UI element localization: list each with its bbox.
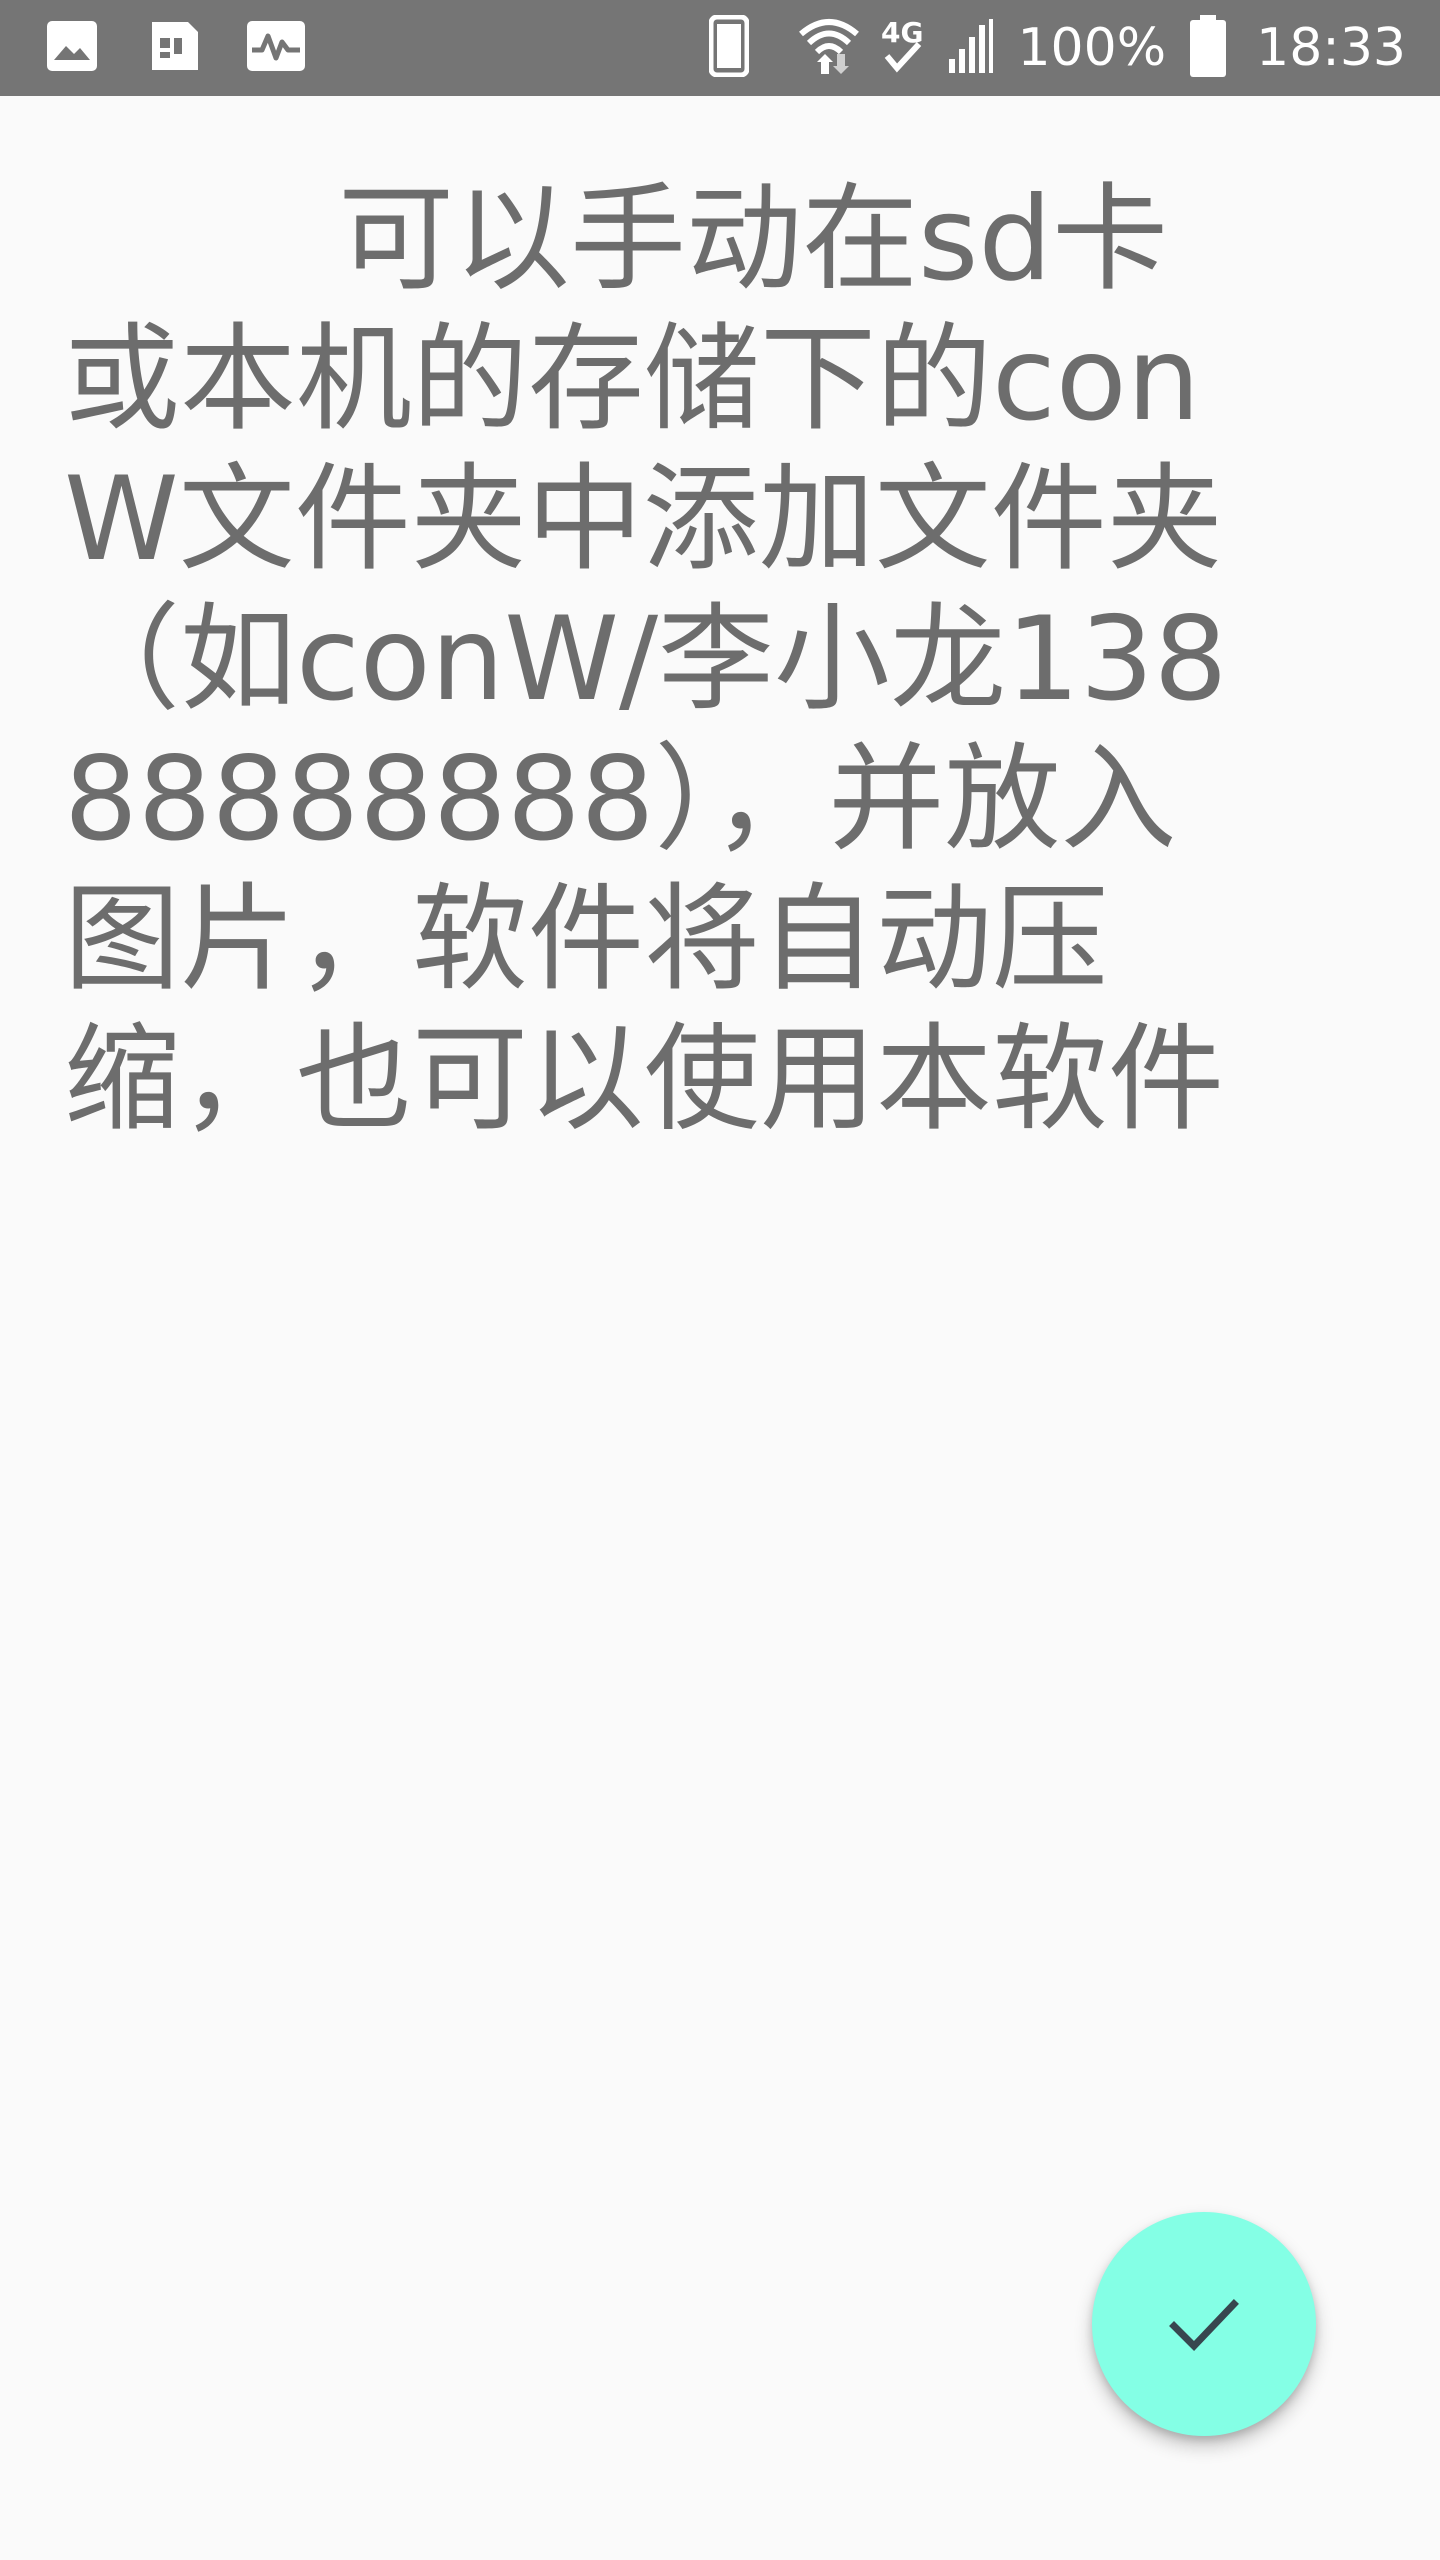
sim-toolkit-icon: [144, 20, 200, 76]
confirm-fab-button[interactable]: [1092, 2212, 1316, 2436]
content-area: 可以手动在sd卡或本机的存储下的conW文件夹中添加文件夹（如conW/李小龙1…: [64, 170, 1284, 1150]
phone-icon: [708, 14, 750, 81]
image-icon: [46, 20, 98, 76]
battery-icon: [1190, 15, 1227, 81]
wifi-icon: [797, 14, 861, 82]
battery-percent: 100%: [1017, 18, 1167, 78]
system-icons: 4G 100% 18:33: [708, 12, 1406, 84]
activity-icon: [246, 20, 306, 76]
status-bar: 4G 100% 18:33: [0, 0, 1440, 96]
clock: 18:33: [1256, 18, 1406, 78]
notification-icons: [46, 20, 306, 76]
4g-icon: 4G: [879, 14, 929, 82]
signal-icon: [947, 17, 995, 79]
instruction-message: 可以手动在sd卡或本机的存储下的conW文件夹中添加文件夹（如conW/李小龙1…: [64, 172, 1228, 1147]
check-icon: [1164, 2284, 1244, 2364]
screen: 4G 100% 18:33 可以手动在sd卡或本机的存储下的conW文件夹中添加…: [0, 0, 1440, 2560]
